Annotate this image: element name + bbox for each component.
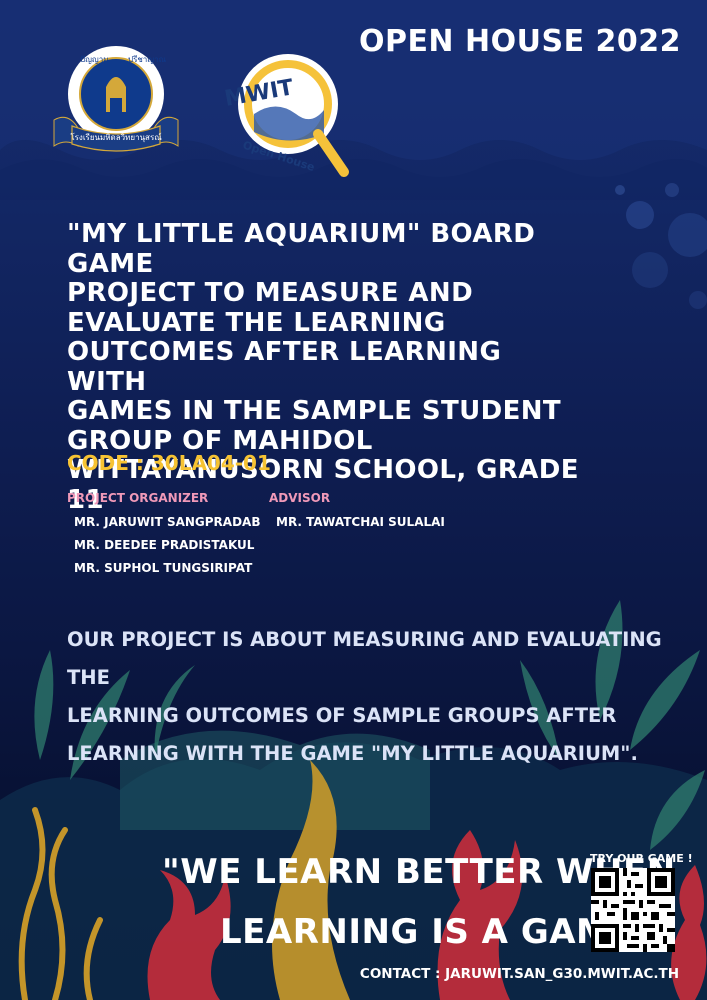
bubble	[615, 185, 625, 195]
summary-line: LEARNING WITH THE GAME "MY LITTLE AQUARI…	[67, 742, 638, 765]
bubble	[632, 252, 668, 288]
title-line: GAMES IN THE SAMPLE STUDENT	[67, 396, 562, 426]
advisor-label: ADVISOR	[269, 491, 331, 505]
bubble	[665, 183, 679, 197]
seal-text-left: ปัญญาม	[80, 55, 108, 64]
title-line: "MY LITTLE AQUARIUM" BOARD GAME	[67, 219, 536, 279]
organizer-name: MR. SUPHOL TUNGSIRIPAT	[74, 561, 253, 575]
title-line: OUTCOMES AFTER LEARNING WITH	[67, 337, 502, 397]
quote-line-2: LEARNING IS A GAME"	[220, 912, 653, 952]
summary-line: LEARNING OUTCOMES OF SAMPLE GROUPS AFTER	[67, 704, 617, 727]
project-summary: OUR PROJECT IS ABOUT MEASURING AND EVALU…	[67, 621, 667, 773]
qr-label: TRY OUR GAME !	[590, 852, 693, 865]
school-seal-logo: ปัญญาม ปรีชาญาณ โรงเรียนมหิดลวิทยานุสรณ์	[53, 46, 179, 152]
bubble	[626, 201, 654, 229]
summary-line: OUR PROJECT IS ABOUT MEASURING AND EVALU…	[67, 628, 662, 689]
poster: OPEN HOUSE 2022 ปัญญาม ปรีชาญาณ โรงเรียน…	[0, 0, 707, 1000]
bubble	[689, 291, 707, 309]
advisor-name: MR. TAWATCHAI SULALAI	[276, 515, 445, 529]
organizer-label: PROJECT ORGANIZER	[67, 491, 209, 505]
title-line: PROJECT TO MEASURE AND	[67, 278, 474, 308]
contact-line: CONTACT : JARUWIT.SAN_G30.MWIT.AC.TH	[359, 966, 679, 982]
qr-code[interactable]	[591, 868, 675, 952]
event-title: OPEN HOUSE 2022	[358, 24, 681, 59]
seal-ribbon-text: โรงเรียนมหิดลวิทยานุสรณ์	[70, 132, 162, 142]
project-code: CODE : 30LA04-01	[67, 451, 271, 475]
organizer-name: MR. JARUWIT SANGPRADAB	[74, 515, 261, 529]
seal-text-right: ปรีชาญาณ	[128, 55, 167, 64]
title-line: EVALUATE THE LEARNING	[67, 307, 446, 338]
mwit-openhouse-logo: MWIT Open House	[223, 54, 349, 177]
bubble	[668, 213, 707, 257]
organizer-name: MR. DEEDEE PRADISTAKUL	[74, 538, 255, 552]
